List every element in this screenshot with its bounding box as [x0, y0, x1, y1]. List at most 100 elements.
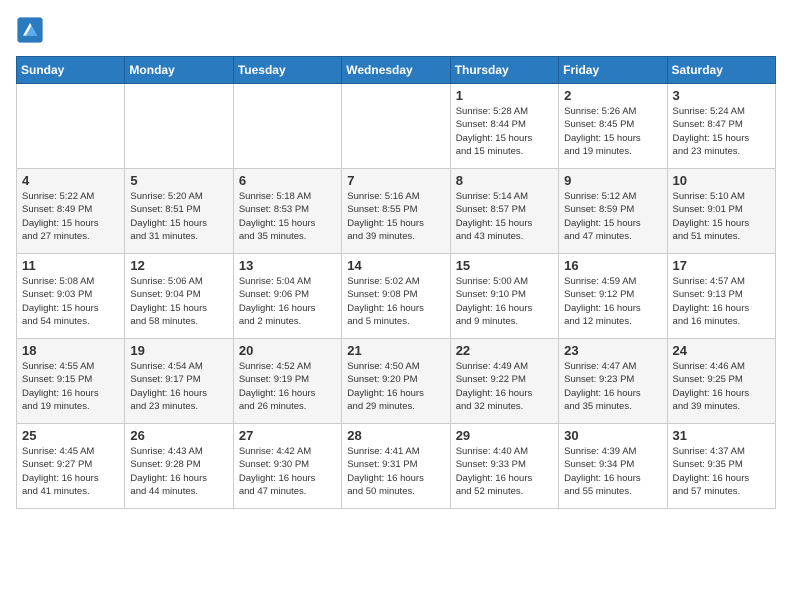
- day-info: Sunrise: 4:47 AM Sunset: 9:23 PM Dayligh…: [564, 360, 661, 413]
- day-info: Sunrise: 5:16 AM Sunset: 8:55 PM Dayligh…: [347, 190, 444, 243]
- day-info: Sunrise: 5:10 AM Sunset: 9:01 PM Dayligh…: [673, 190, 770, 243]
- day-info: Sunrise: 4:55 AM Sunset: 9:15 PM Dayligh…: [22, 360, 119, 413]
- day-info: Sunrise: 5:26 AM Sunset: 8:45 PM Dayligh…: [564, 105, 661, 158]
- day-cell: 20 Sunrise: 4:52 AM Sunset: 9:19 PM Dayli…: [233, 339, 341, 424]
- day-cell: 25 Sunrise: 4:45 AM Sunset: 9:27 PM Dayli…: [17, 424, 125, 509]
- day-info: Sunrise: 4:57 AM Sunset: 9:13 PM Dayligh…: [673, 275, 770, 328]
- day-number: 15: [456, 258, 553, 273]
- day-header-friday: Friday: [559, 57, 667, 84]
- day-number: 21: [347, 343, 444, 358]
- week-row-4: 18 Sunrise: 4:55 AM Sunset: 9:15 PM Dayli…: [17, 339, 776, 424]
- day-info: Sunrise: 5:20 AM Sunset: 8:51 PM Dayligh…: [130, 190, 227, 243]
- day-info: Sunrise: 4:39 AM Sunset: 9:34 PM Dayligh…: [564, 445, 661, 498]
- day-info: Sunrise: 4:40 AM Sunset: 9:33 PM Dayligh…: [456, 445, 553, 498]
- day-cell: 16Sunrise: 4:59 AM Sunset: 9:12 PM Dayli…: [559, 254, 667, 339]
- day-info: Sunrise: 5:04 AM Sunset: 9:06 PM Dayligh…: [239, 275, 336, 328]
- day-cell: 24Sunrise: 4:46 AM Sunset: 9:25 PM Dayli…: [667, 339, 775, 424]
- day-number: 11: [22, 258, 119, 273]
- day-info: Sunrise: 4:41 AM Sunset: 9:31 PM Dayligh…: [347, 445, 444, 498]
- page-header: [16, 16, 776, 44]
- day-cell: 8 Sunrise: 5:14 AM Sunset: 8:57 PM Daylig…: [450, 169, 558, 254]
- day-header-saturday: Saturday: [667, 57, 775, 84]
- day-cell: 13 Sunrise: 5:04 AM Sunset: 9:06 PM Dayli…: [233, 254, 341, 339]
- day-cell: 15 Sunrise: 5:00 AM Sunset: 9:10 PM Dayli…: [450, 254, 558, 339]
- day-number: 20: [239, 343, 336, 358]
- day-cell: 2 Sunrise: 5:26 AM Sunset: 8:45 PM Daylig…: [559, 84, 667, 169]
- day-cell: 19Sunrise: 4:54 AM Sunset: 9:17 PM Dayli…: [125, 339, 233, 424]
- day-info: Sunrise: 4:54 AM Sunset: 9:17 PM Dayligh…: [130, 360, 227, 413]
- day-number: 1: [456, 88, 553, 103]
- day-number: 25: [22, 428, 119, 443]
- week-row-5: 25 Sunrise: 4:45 AM Sunset: 9:27 PM Dayli…: [17, 424, 776, 509]
- day-number: 17: [673, 258, 770, 273]
- day-cell: 21 Sunrise: 4:50 AM Sunset: 9:20 PM Dayli…: [342, 339, 450, 424]
- header-row: SundayMondayTuesdayWednesdayThursdayFrid…: [17, 57, 776, 84]
- day-cell: 10 Sunrise: 5:10 AM Sunset: 9:01 PM Dayli…: [667, 169, 775, 254]
- day-info: Sunrise: 5:18 AM Sunset: 8:53 PM Dayligh…: [239, 190, 336, 243]
- day-cell: 29 Sunrise: 4:40 AM Sunset: 9:33 PM Dayli…: [450, 424, 558, 509]
- day-cell: 31Sunrise: 4:37 AM Sunset: 9:35 PM Dayli…: [667, 424, 775, 509]
- day-info: Sunrise: 4:45 AM Sunset: 9:27 PM Dayligh…: [22, 445, 119, 498]
- day-cell: 6Sunrise: 5:18 AM Sunset: 8:53 PM Daylig…: [233, 169, 341, 254]
- day-number: 31: [673, 428, 770, 443]
- logo: [16, 16, 46, 44]
- day-cell: [17, 84, 125, 169]
- day-header-thursday: Thursday: [450, 57, 558, 84]
- day-info: Sunrise: 5:14 AM Sunset: 8:57 PM Dayligh…: [456, 190, 553, 243]
- day-number: 14: [347, 258, 444, 273]
- day-cell: 22 Sunrise: 4:49 AM Sunset: 9:22 PM Dayli…: [450, 339, 558, 424]
- day-info: Sunrise: 4:52 AM Sunset: 9:19 PM Dayligh…: [239, 360, 336, 413]
- day-info: Sunrise: 4:50 AM Sunset: 9:20 PM Dayligh…: [347, 360, 444, 413]
- day-header-tuesday: Tuesday: [233, 57, 341, 84]
- day-info: Sunrise: 4:43 AM Sunset: 9:28 PM Dayligh…: [130, 445, 227, 498]
- day-header-sunday: Sunday: [17, 57, 125, 84]
- logo-icon: [16, 16, 44, 44]
- day-info: Sunrise: 4:42 AM Sunset: 9:30 PM Dayligh…: [239, 445, 336, 498]
- day-number: 2: [564, 88, 661, 103]
- day-number: 10: [673, 173, 770, 188]
- day-cell: 18 Sunrise: 4:55 AM Sunset: 9:15 PM Dayli…: [17, 339, 125, 424]
- day-cell: 28 Sunrise: 4:41 AM Sunset: 9:31 PM Dayli…: [342, 424, 450, 509]
- day-cell: 1Sunrise: 5:28 AM Sunset: 8:44 PM Daylig…: [450, 84, 558, 169]
- day-cell: 30 Sunrise: 4:39 AM Sunset: 9:34 PM Dayli…: [559, 424, 667, 509]
- day-cell: 11Sunrise: 5:08 AM Sunset: 9:03 PM Dayli…: [17, 254, 125, 339]
- day-cell: 12 Sunrise: 5:06 AM Sunset: 9:04 PM Dayli…: [125, 254, 233, 339]
- day-number: 3: [673, 88, 770, 103]
- day-cell: 14 Sunrise: 5:02 AM Sunset: 9:08 PM Dayli…: [342, 254, 450, 339]
- day-info: Sunrise: 5:02 AM Sunset: 9:08 PM Dayligh…: [347, 275, 444, 328]
- day-number: 30: [564, 428, 661, 443]
- day-header-wednesday: Wednesday: [342, 57, 450, 84]
- calendar-table: SundayMondayTuesdayWednesdayThursdayFrid…: [16, 56, 776, 509]
- day-number: 7: [347, 173, 444, 188]
- day-number: 5: [130, 173, 227, 188]
- day-cell: [233, 84, 341, 169]
- day-cell: 26Sunrise: 4:43 AM Sunset: 9:28 PM Dayli…: [125, 424, 233, 509]
- day-info: Sunrise: 4:46 AM Sunset: 9:25 PM Dayligh…: [673, 360, 770, 413]
- day-info: Sunrise: 4:49 AM Sunset: 9:22 PM Dayligh…: [456, 360, 553, 413]
- day-number: 18: [22, 343, 119, 358]
- day-number: 29: [456, 428, 553, 443]
- day-info: Sunrise: 5:06 AM Sunset: 9:04 PM Dayligh…: [130, 275, 227, 328]
- day-cell: 3 Sunrise: 5:24 AM Sunset: 8:47 PM Daylig…: [667, 84, 775, 169]
- week-row-3: 11Sunrise: 5:08 AM Sunset: 9:03 PM Dayli…: [17, 254, 776, 339]
- day-cell: 27 Sunrise: 4:42 AM Sunset: 9:30 PM Dayli…: [233, 424, 341, 509]
- day-number: 28: [347, 428, 444, 443]
- day-cell: 5 Sunrise: 5:20 AM Sunset: 8:51 PM Daylig…: [125, 169, 233, 254]
- day-info: Sunrise: 4:59 AM Sunset: 9:12 PM Dayligh…: [564, 275, 661, 328]
- day-number: 27: [239, 428, 336, 443]
- day-cell: 4Sunrise: 5:22 AM Sunset: 8:49 PM Daylig…: [17, 169, 125, 254]
- day-cell: [125, 84, 233, 169]
- day-info: Sunrise: 5:22 AM Sunset: 8:49 PM Dayligh…: [22, 190, 119, 243]
- day-info: Sunrise: 5:24 AM Sunset: 8:47 PM Dayligh…: [673, 105, 770, 158]
- day-cell: 23 Sunrise: 4:47 AM Sunset: 9:23 PM Dayli…: [559, 339, 667, 424]
- day-cell: [342, 84, 450, 169]
- day-info: Sunrise: 5:12 AM Sunset: 8:59 PM Dayligh…: [564, 190, 661, 243]
- day-number: 13: [239, 258, 336, 273]
- day-cell: 9Sunrise: 5:12 AM Sunset: 8:59 PM Daylig…: [559, 169, 667, 254]
- day-cell: 7 Sunrise: 5:16 AM Sunset: 8:55 PM Daylig…: [342, 169, 450, 254]
- day-number: 22: [456, 343, 553, 358]
- day-number: 23: [564, 343, 661, 358]
- day-info: Sunrise: 5:00 AM Sunset: 9:10 PM Dayligh…: [456, 275, 553, 328]
- day-number: 12: [130, 258, 227, 273]
- day-number: 8: [456, 173, 553, 188]
